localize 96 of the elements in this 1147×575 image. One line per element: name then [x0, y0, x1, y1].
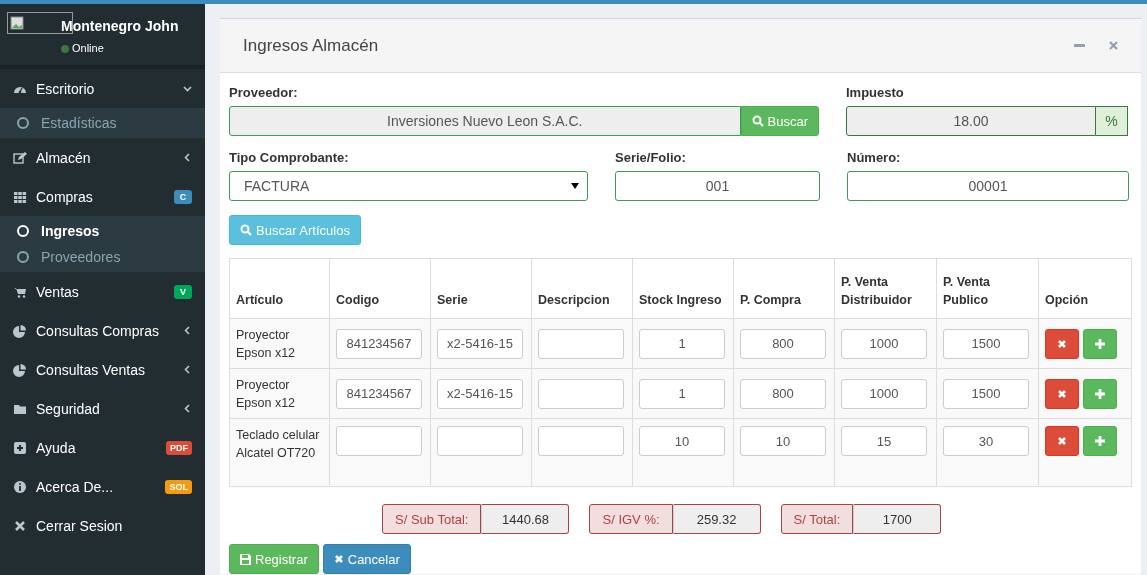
- sidebar-item[interactable]: Cerrar Sesion: [0, 506, 205, 545]
- column-header: Opción: [1038, 258, 1132, 319]
- sidebar-item[interactable]: Ayuda PDF: [0, 428, 205, 467]
- table-input[interactable]: 1500: [943, 328, 1029, 359]
- save-icon: [240, 553, 251, 565]
- submenu-item[interactable]: Proveedores: [0, 244, 205, 270]
- table-input[interactable]: [336, 426, 422, 456]
- tax-field[interactable]: 18.00: [846, 106, 1096, 136]
- table-input[interactable]: x2-5416-15: [437, 378, 523, 409]
- dropdown-caret-icon: [571, 183, 579, 189]
- supplier-field[interactable]: Inversiones Nuevo Leon S.A.C.: [229, 106, 741, 136]
- table-input[interactable]: 15: [841, 426, 927, 456]
- add-button[interactable]: [1083, 426, 1117, 456]
- table-cell: Proyector Epson x12: [236, 377, 296, 410]
- table-input[interactable]: [538, 378, 624, 409]
- total-label: S/ Sub Total:: [382, 504, 482, 534]
- close-icon: [1057, 388, 1067, 399]
- panel-title: Ingresos Almacén: [243, 35, 380, 56]
- cancel-button[interactable]: Cancelar: [322, 544, 411, 574]
- add-button[interactable]: [1083, 328, 1117, 359]
- table-input[interactable]: 1: [639, 328, 725, 359]
- document-type-select[interactable]: FACTURA: [229, 171, 588, 201]
- sidebar-badge: V: [174, 284, 192, 299]
- table-input[interactable]: [538, 328, 624, 359]
- table-input[interactable]: [437, 426, 523, 456]
- plus-icon: [1095, 338, 1105, 349]
- field-label: Serie/Folio:: [615, 150, 687, 165]
- table-input[interactable]: 800: [740, 328, 826, 359]
- table-input[interactable]: 1500: [943, 378, 1029, 409]
- sidebar-item[interactable]: Escritorio: [0, 69, 205, 108]
- info-icon: [13, 479, 27, 494]
- grid-icon: [13, 189, 27, 204]
- user-name: Montenegro John: [61, 18, 179, 34]
- pie-chart-icon: [13, 362, 27, 377]
- table-input[interactable]: 10: [639, 426, 725, 456]
- sidebar-item[interactable]: Ventas V: [0, 272, 205, 311]
- sidebar-badge: PDF: [166, 440, 192, 455]
- column-header: Serie: [430, 258, 532, 319]
- close-icon: [1057, 338, 1067, 349]
- column-header: P. Venta Publico: [936, 258, 1039, 319]
- submenu-item[interactable]: Estadísticas: [0, 110, 205, 136]
- edit-icon: [13, 150, 27, 165]
- delete-button[interactable]: [1045, 378, 1079, 409]
- delete-button[interactable]: [1045, 328, 1079, 359]
- table-input[interactable]: x2-5416-15: [437, 328, 523, 359]
- table-input[interactable]: 841234567: [336, 378, 422, 409]
- close-icon: [1057, 436, 1067, 446]
- delete-button[interactable]: [1045, 426, 1079, 456]
- plus-icon: [1095, 388, 1105, 399]
- submenu-item[interactable]: Ingresos: [0, 218, 205, 244]
- table-input[interactable]: 1000: [841, 378, 927, 409]
- sidebar-item[interactable]: Seguridad: [0, 389, 205, 428]
- close-icon[interactable]: [1109, 41, 1118, 50]
- pie-chart-icon: [13, 323, 27, 338]
- column-header: P. Compra: [733, 258, 835, 319]
- column-header: Codigo: [329, 258, 431, 319]
- sidebar-item[interactable]: Consultas Compras: [0, 311, 205, 350]
- search-icon: [751, 115, 764, 127]
- table-cell: Proyector Epson x12: [236, 327, 296, 360]
- sidebar-item[interactable]: Compras C: [0, 177, 205, 216]
- table-input[interactable]: 841234567: [336, 328, 422, 359]
- total-value: 1700: [853, 504, 942, 534]
- sidebar-badge: C: [174, 189, 192, 204]
- column-header: Descripcion: [531, 258, 633, 319]
- table-input[interactable]: 10: [740, 426, 826, 456]
- table-cell: Teclado celular Alcatel OT720: [236, 428, 320, 460]
- table-input[interactable]: 1000: [841, 328, 927, 359]
- table-input[interactable]: 1: [639, 378, 725, 409]
- plus-icon: [1095, 436, 1105, 446]
- field-label: Impuesto: [846, 85, 905, 100]
- sidebar-item[interactable]: Consultas Ventas: [0, 350, 205, 389]
- column-header: Artículo: [229, 258, 330, 319]
- user-status: Online: [61, 42, 104, 54]
- column-header: Stock Ingreso: [632, 258, 734, 319]
- number-field[interactable]: 00001: [847, 171, 1129, 201]
- field-label: Número:: [847, 150, 902, 165]
- sidebar-item[interactable]: Acerca De... SOL: [0, 467, 205, 506]
- field-label: Proveedor:: [229, 85, 299, 100]
- table-input[interactable]: 30: [943, 426, 1029, 456]
- field-label: Tipo Comprobante:: [229, 150, 350, 165]
- total-value: 259.32: [672, 504, 761, 534]
- total-value: 1440.68: [481, 504, 570, 534]
- close-icon: [13, 518, 27, 533]
- series-field[interactable]: 001: [615, 171, 820, 201]
- sidebar-item[interactable]: Almacén: [0, 138, 205, 177]
- close-icon: [333, 554, 344, 564]
- total-label: S/ IGV %:: [589, 504, 673, 534]
- column-header: P. Venta Distribuidor: [834, 258, 937, 319]
- search-icon: [240, 224, 252, 236]
- table-input[interactable]: [538, 426, 624, 456]
- total-label: S/ Total:: [780, 504, 854, 534]
- plus-square-icon: [13, 440, 27, 455]
- sidebar-badge: SOL: [165, 479, 192, 494]
- add-button[interactable]: [1083, 378, 1117, 409]
- percent-addon: %: [1096, 106, 1128, 136]
- table-input[interactable]: 800: [740, 378, 826, 409]
